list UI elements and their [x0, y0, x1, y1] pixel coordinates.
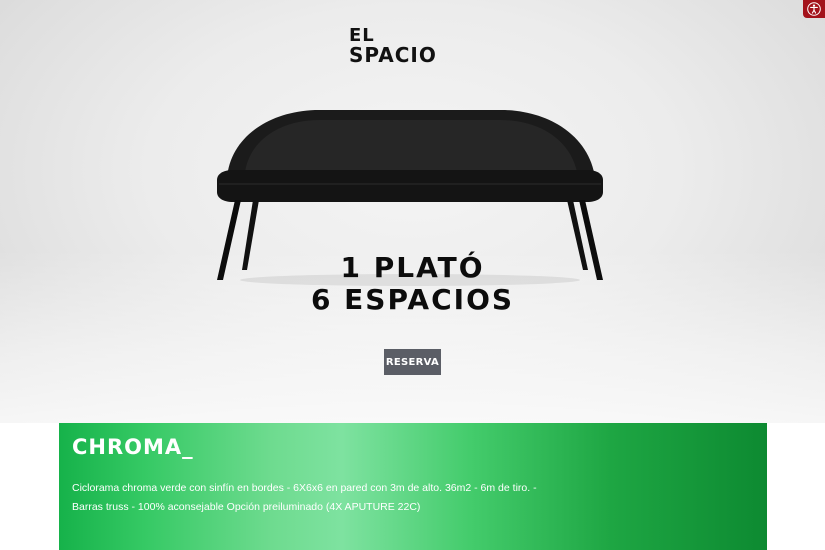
hero-section: EL SPACIO 1 PLATÓ 6 ESPACIOS RESERVA	[0, 0, 825, 423]
chroma-section: CHROMA_ Ciclorama chroma verde con sinfí…	[59, 423, 767, 550]
chroma-description-line-2: Barras truss - 100% aconsejable Opción p…	[72, 501, 421, 513]
hero-headline: 1 PLATÓ 6 ESPACIOS	[0, 252, 825, 316]
chroma-title: CHROMA_	[72, 435, 194, 459]
chroma-description-line-1: Ciclorama chroma verde con sinfín en bor…	[72, 482, 537, 494]
accessibility-button[interactable]	[803, 0, 825, 18]
chroma-description: Ciclorama chroma verde con sinfín en bor…	[72, 479, 542, 517]
accessibility-icon	[807, 2, 821, 16]
headline-line-1: 1 PLATÓ	[340, 251, 485, 284]
headline-line-2: 6 ESPACIOS	[310, 283, 515, 316]
reserve-button[interactable]: RESERVA	[384, 349, 441, 375]
site-logo[interactable]: EL SPACIO	[349, 27, 479, 67]
logo-line-2: SPACIO	[349, 43, 437, 67]
page: EL SPACIO 1 PLATÓ 6 ESPACIOS RESERVA CHR…	[0, 0, 825, 550]
